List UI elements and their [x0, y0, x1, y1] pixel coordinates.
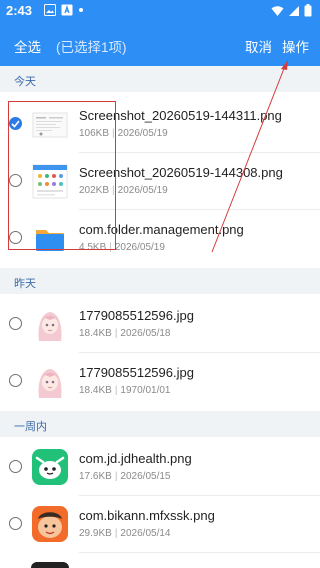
- anime-avatar-thumbnail: [31, 305, 69, 343]
- list-item[interactable]: 1779085512596.jpg 18.4KB | 2026/05/18: [0, 296, 320, 352]
- jd-health-app-icon: [31, 448, 69, 486]
- wifi-icon: [271, 5, 284, 20]
- list-item[interactable]: com.jd.jdhealth.png 17.6KB | 2026/05/15: [0, 439, 320, 495]
- app-notification-icon: [61, 4, 73, 16]
- image-notification-icon: [44, 4, 56, 16]
- section-header-yesterday: 昨天: [0, 268, 320, 294]
- file-size: 17.6KB: [79, 471, 112, 482]
- file-date: 1970/01/01: [120, 385, 171, 396]
- annotation-highlight-box: [8, 101, 116, 250]
- file-meta: 17.6KB | 2026/05/15: [79, 471, 171, 482]
- file-meta: 29.9KB | 2026/05/14: [79, 528, 171, 539]
- file-name: com.jd.jdhealth.png: [79, 451, 192, 466]
- list-item[interactable]: 1779085512596.jpg 18.4KB | 1970/01/01: [0, 353, 320, 409]
- file-size: 29.9KB: [79, 528, 112, 539]
- file-date: 2026/05/15: [120, 471, 171, 482]
- cancel-button[interactable]: 取消: [245, 36, 272, 56]
- file-name: com.bikann.mfxssk.png: [79, 508, 215, 523]
- list-item-partial[interactable]: [0, 553, 320, 568]
- anime-avatar-thumbnail: [31, 362, 69, 400]
- file-date: 2026/05/19: [117, 128, 168, 139]
- signal-icon: [288, 5, 300, 20]
- list-item[interactable]: com.bikann.mfxssk.png 29.9KB | 2026/05/14: [0, 496, 320, 552]
- checkbox[interactable]: [9, 460, 22, 473]
- status-bar: 2:43: [0, 0, 320, 22]
- file-meta: 18.4KB | 2026/05/18: [79, 328, 171, 339]
- actions-button[interactable]: 操作: [282, 36, 309, 56]
- file-date: 2026/05/19: [114, 242, 165, 253]
- checkbox[interactable]: [9, 317, 22, 330]
- select-all-button[interactable]: 全选: [14, 36, 41, 56]
- file-name: 1779085512596.jpg: [79, 365, 194, 380]
- battery-icon: [304, 4, 312, 20]
- selection-toolbar: 全选 (已选择1项) 取消 操作: [0, 22, 320, 66]
- section-header-today: 今天: [0, 66, 320, 92]
- status-time: 2:43: [6, 3, 33, 18]
- file-size: 18.4KB: [79, 385, 112, 396]
- file-date: 2026/05/14: [120, 528, 171, 539]
- file-size: 18.4KB: [79, 328, 112, 339]
- checkbox[interactable]: [9, 517, 22, 530]
- file-date: 2026/05/18: [120, 328, 171, 339]
- dot-icon: [78, 4, 84, 16]
- checkbox[interactable]: [9, 374, 22, 387]
- section-header-this-week: 一周内: [0, 411, 320, 437]
- file-date: 2026/05/19: [117, 185, 168, 196]
- file-name: 1779085512596.jpg: [79, 308, 194, 323]
- app-icon: [31, 562, 69, 568]
- selected-count-label: (已选择1项): [56, 40, 127, 55]
- bikann-app-icon: [31, 505, 69, 543]
- file-meta: 18.4KB | 1970/01/01: [79, 385, 171, 396]
